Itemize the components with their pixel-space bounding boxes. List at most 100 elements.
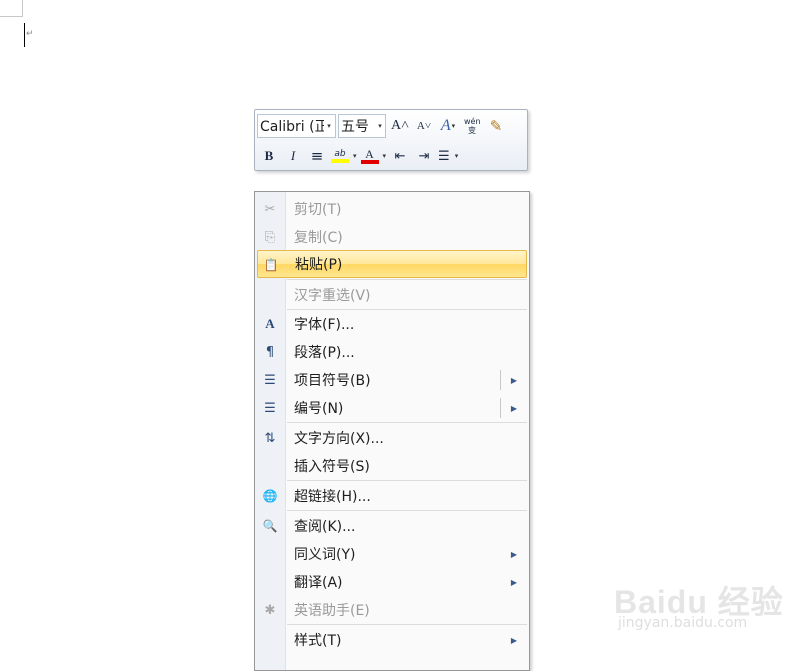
menu-item-synonyms[interactable]: 同义词(Y) ▶ (255, 540, 529, 568)
italic-button[interactable]: I (281, 145, 305, 167)
center-align-button[interactable]: ≡ (305, 145, 329, 167)
text-direction-icon: ⇅ (264, 430, 276, 446)
text-cursor (24, 23, 25, 47)
menu-item-styles[interactable]: 样式(T) ▶ (255, 626, 529, 654)
font-color-icon: A (360, 148, 379, 164)
format-painter-icon: ✎ (489, 117, 503, 135)
menu-item-paragraph[interactable]: ¶ 段落(P)... (255, 338, 529, 366)
globe-link-icon: 🌐 (262, 489, 278, 503)
format-painter-button[interactable]: ✎ (484, 115, 508, 137)
menu-item-insert-symbol[interactable]: 插入符号(S) (255, 452, 529, 480)
phonetic-guide-button[interactable]: wén 变 (460, 115, 484, 137)
menu-separator (287, 480, 527, 481)
numbering-icon: ☰ (264, 400, 276, 416)
menu-item-label: 英语助手(E) (294, 603, 370, 619)
styles-icon: A (440, 117, 451, 134)
menu-item-label: 超链接(H)... (294, 489, 371, 505)
highlight-icon: ab (331, 149, 349, 163)
increase-indent-button[interactable]: ⇥ (412, 145, 436, 167)
font-name-combo[interactable]: Calibri (正 ▾ (257, 114, 336, 138)
page-corner-mark (0, 16, 22, 17)
menu-item-label: 文字方向(X)... (294, 431, 384, 447)
menu-item-copy[interactable]: ⎘ 复制(C) (255, 223, 529, 251)
increase-indent-icon: ⇥ (418, 148, 430, 164)
copy-icon: ⎘ (264, 229, 276, 245)
paragraph-mark: ↵ (26, 29, 34, 39)
menu-item-font[interactable]: A 字体(F)... (255, 310, 529, 338)
menu-item-paste[interactable]: 📋 粘贴(P) (257, 250, 527, 278)
menu-item-label: 字体(F)... (294, 317, 355, 333)
submenu-arrow-icon[interactable]: ▶ (511, 404, 517, 413)
font-size-combo[interactable]: 五号 ▾ (338, 114, 386, 138)
decrease-indent-icon: ⇤ (394, 148, 406, 164)
styles-button[interactable]: A ▾ (436, 115, 460, 137)
highlight-icon-glyph: ab (334, 149, 346, 159)
bullets-button[interactable]: ☰ ▾ (436, 145, 460, 167)
english-assistant-icon: ✱ (264, 602, 276, 618)
font-color-bar (360, 160, 379, 164)
split-divider (500, 370, 501, 390)
highlight-button[interactable]: ab ▾ (329, 145, 359, 167)
bold-button[interactable]: B (257, 145, 281, 167)
menu-item-label: 编号(N) (294, 401, 344, 417)
mini-toolbar: Calibri (正 ▾ 五号 ▾ A˄ A˅ A ▾ wén 变 ✎ B I (254, 109, 528, 171)
menu-item-label: 样式(T) (294, 633, 342, 649)
shrink-font-icon: A˅ (416, 120, 432, 132)
bullets-icon: ☰ (438, 148, 450, 164)
chevron-down-icon: ▾ (353, 152, 357, 160)
chevron-down-icon: ▾ (327, 122, 331, 130)
bold-icon: B (264, 148, 274, 163)
split-divider (500, 398, 501, 418)
submenu-arrow-icon[interactable]: ▶ (511, 376, 517, 385)
clipboard-icon: 📋 (263, 258, 279, 272)
submenu-arrow-icon: ▶ (510, 549, 517, 559)
menu-item-english-assistant[interactable]: ✱ 英语助手(E) (255, 596, 529, 624)
menu-item-text-direction[interactable]: ⇅ 文字方向(X)... (255, 424, 529, 452)
submenu-arrow-icon: ▶ (510, 577, 517, 587)
menu-separator (287, 510, 527, 511)
shrink-font-button[interactable]: A˅ (412, 115, 436, 137)
italic-icon: I (290, 148, 296, 163)
highlight-color-bar (331, 159, 349, 163)
menu-item-label: 段落(P)... (294, 345, 355, 361)
menu-separator (287, 624, 527, 625)
grow-font-button[interactable]: A˄ (388, 115, 412, 137)
menu-separator (287, 279, 527, 280)
menu-item-label: 插入符号(S) (294, 459, 370, 475)
chevron-down-icon: ▾ (451, 122, 456, 130)
menu-item-numbering[interactable]: ☰ 编号(N) ▶ (255, 394, 529, 422)
menu-item-label: 复制(C) (294, 230, 343, 246)
page-corner-mark (22, 0, 23, 17)
center-align-icon: ≡ (310, 147, 324, 165)
menu-item-bullets[interactable]: ☰ 项目符号(B) ▶ (255, 366, 529, 394)
chevron-down-icon: ▾ (378, 122, 382, 130)
chevron-down-icon: ▾ (382, 152, 387, 160)
font-color-button[interactable]: A ▾ (359, 145, 389, 167)
decrease-indent-button[interactable]: ⇤ (388, 145, 412, 167)
phonetic-guide-icon: wén 变 (464, 117, 481, 135)
font-icon: A (265, 316, 275, 331)
font-name-value: Calibri (正 (260, 119, 324, 135)
menu-item-label: 项目符号(B) (294, 373, 371, 389)
context-menu: ✂ 剪切(T) ⎘ 复制(C) 📋 粘贴(P) 汉字重选(V) A 字体(F).… (254, 191, 530, 671)
mini-toolbar-row-1: Calibri (正 ▾ 五号 ▾ A˄ A˅ A ▾ wén 变 ✎ (257, 113, 508, 139)
grow-font-icon: A˄ (390, 118, 409, 133)
menu-item-cut[interactable]: ✂ 剪切(T) (255, 195, 529, 223)
menu-item-label: 查阅(K)... (294, 519, 356, 535)
research-icon: 🔍 (262, 519, 278, 533)
menu-item-hyperlink[interactable]: 🌐 超链接(H)... (255, 482, 529, 510)
watermark-url: jingyan.baidu.com (618, 615, 748, 631)
font-size-value: 五号 (341, 119, 369, 135)
paragraph-icon: ¶ (265, 344, 275, 360)
menu-item-label: 剪切(T) (294, 202, 342, 218)
scissors-icon: ✂ (264, 201, 276, 217)
menu-item-label: 同义词(Y) (294, 547, 356, 563)
menu-item-label: 翻译(A) (294, 575, 343, 591)
chevron-down-icon: ▾ (454, 152, 459, 160)
menu-item-reconvert[interactable]: 汉字重选(V) (255, 281, 529, 309)
menu-item-lookup[interactable]: 🔍 查阅(K)... (255, 512, 529, 540)
mini-toolbar-row-2: B I ≡ ab ▾ A ▾ ⇤ ⇥ ☰ ▾ (257, 143, 460, 169)
bullets-icon: ☰ (264, 372, 276, 388)
menu-item-translate[interactable]: 翻译(A) ▶ (255, 568, 529, 596)
menu-separator (287, 422, 527, 423)
